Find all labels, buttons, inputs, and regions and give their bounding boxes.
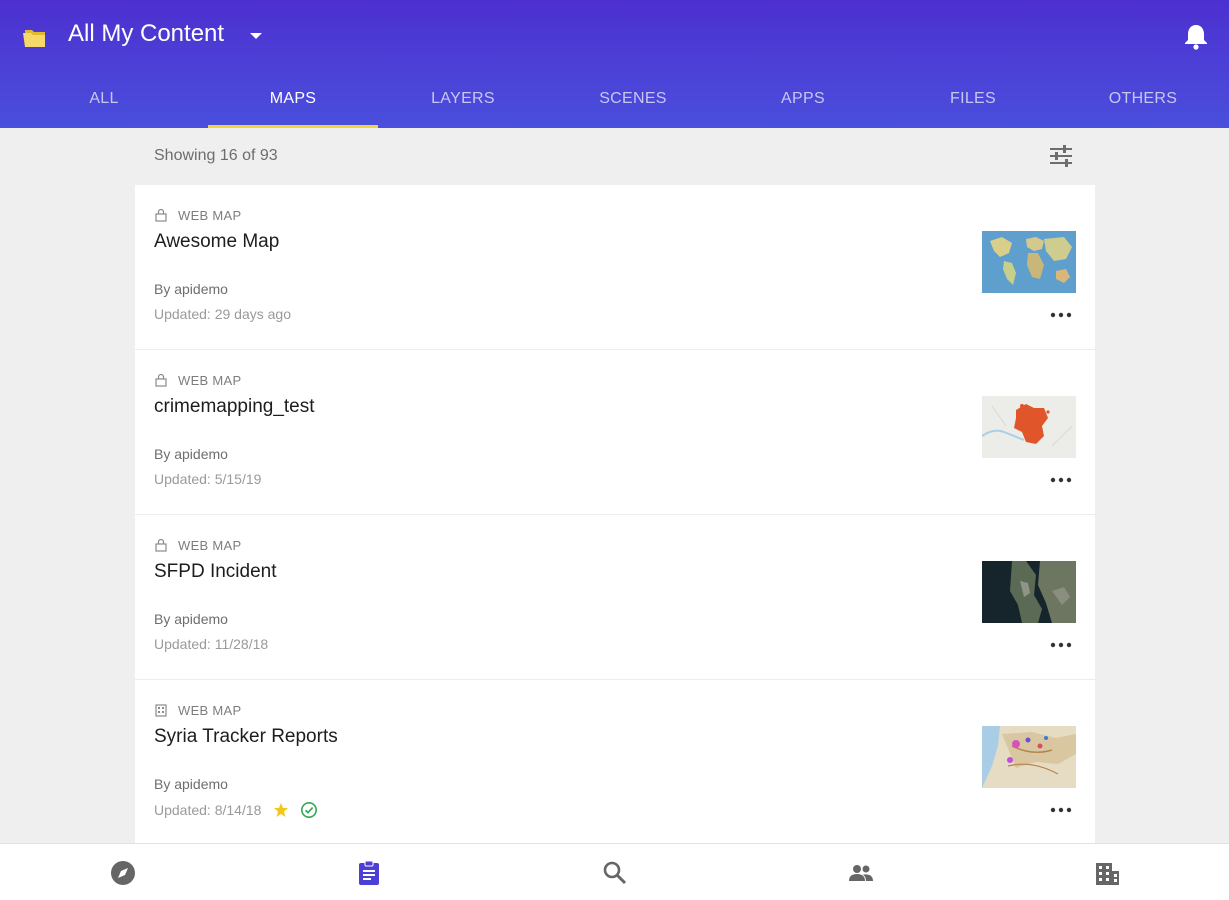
lock-icon	[155, 208, 167, 222]
item-updated: Updated: 11/28/18	[154, 636, 269, 652]
item-updated-row: Updated: 8/14/18	[154, 801, 318, 819]
item-updated: Updated: 5/15/19	[154, 471, 262, 487]
item-type: WEB MAP	[178, 372, 242, 388]
result-count: Showing 16 of 93	[154, 147, 278, 164]
chevron-down-icon[interactable]	[248, 31, 264, 41]
tab-layers[interactable]: LAYERS	[378, 75, 548, 128]
more-options-icon[interactable]	[1050, 641, 1072, 649]
search-icon[interactable]	[601, 859, 629, 887]
item-owner: By apidemo	[154, 281, 228, 297]
folder-icon	[23, 30, 45, 47]
organization-icon	[155, 704, 167, 717]
more-options-icon[interactable]	[1050, 806, 1072, 814]
filter-sliders-icon[interactable]	[1048, 144, 1074, 168]
notification-bell-icon[interactable]	[1183, 22, 1209, 50]
item-type: WEB MAP	[178, 702, 242, 718]
syria-map-thumbnail[interactable]	[982, 726, 1076, 788]
list-item[interactable]: WEB MAP crimemapping_test By apidemo Upd…	[135, 350, 1095, 515]
item-updated: Updated: 8/14/18	[154, 802, 262, 818]
item-updated-row: Updated: 11/28/18	[154, 636, 268, 652]
list-item[interactable]: WEB MAP Syria Tracker Reports By apidemo…	[135, 680, 1095, 845]
tab-scenes[interactable]: SCENES	[548, 75, 718, 128]
favorite-star-icon	[274, 803, 289, 817]
page-title[interactable]: All My Content	[68, 20, 224, 48]
item-type-row: WEB MAP	[154, 702, 242, 718]
item-owner: By apidemo	[154, 776, 228, 792]
item-title[interactable]: Syria Tracker Reports	[154, 726, 338, 748]
content-tabs: ALL MAPS LAYERS SCENES APPS FILES OTHERS	[0, 75, 1229, 128]
lock-icon	[155, 538, 167, 552]
item-type-row: WEB MAP	[154, 537, 242, 553]
item-title[interactable]: SFPD Incident	[154, 561, 277, 583]
tab-others[interactable]: OTHERS	[1058, 75, 1228, 128]
more-options-icon[interactable]	[1050, 476, 1072, 484]
item-owner: By apidemo	[154, 611, 228, 627]
item-type-row: WEB MAP	[154, 207, 242, 223]
tab-files[interactable]: FILES	[888, 75, 1058, 128]
bottom-navigation	[0, 843, 1229, 900]
authoritative-check-icon	[301, 802, 318, 818]
content-list: WEB MAP Awesome Map By apidemo Updated: …	[135, 185, 1095, 845]
item-updated-row: Updated: 29 days ago	[154, 306, 291, 322]
explore-icon[interactable]	[109, 859, 137, 887]
item-type-row: WEB MAP	[154, 372, 242, 388]
tab-all[interactable]: ALL	[0, 75, 208, 128]
item-updated: Updated: 29 days ago	[154, 306, 291, 322]
crime-map-thumbnail[interactable]	[982, 396, 1076, 458]
app-header: All My Content ALL MAPS LAYERS SCENES AP…	[0, 0, 1229, 128]
content-icon[interactable]	[355, 859, 383, 887]
tab-apps[interactable]: APPS	[718, 75, 888, 128]
item-type: WEB MAP	[178, 537, 242, 553]
organization-icon[interactable]	[1093, 859, 1121, 887]
tab-maps[interactable]: MAPS	[208, 75, 378, 128]
more-options-icon[interactable]	[1050, 311, 1072, 319]
list-item[interactable]: WEB MAP Awesome Map By apidemo Updated: …	[135, 185, 1095, 350]
item-owner: By apidemo	[154, 446, 228, 462]
item-title[interactable]: Awesome Map	[154, 231, 279, 253]
item-type: WEB MAP	[178, 207, 242, 223]
list-item[interactable]: WEB MAP SFPD Incident By apidemo Updated…	[135, 515, 1095, 680]
satellite-map-thumbnail[interactable]	[982, 561, 1076, 623]
title-row: All My Content	[0, 0, 1229, 70]
item-updated-row: Updated: 5/15/19	[154, 471, 261, 487]
world-map-thumbnail[interactable]	[982, 231, 1076, 293]
groups-icon[interactable]	[847, 859, 875, 887]
item-title[interactable]: crimemapping_test	[154, 396, 315, 418]
lock-icon	[155, 373, 167, 387]
